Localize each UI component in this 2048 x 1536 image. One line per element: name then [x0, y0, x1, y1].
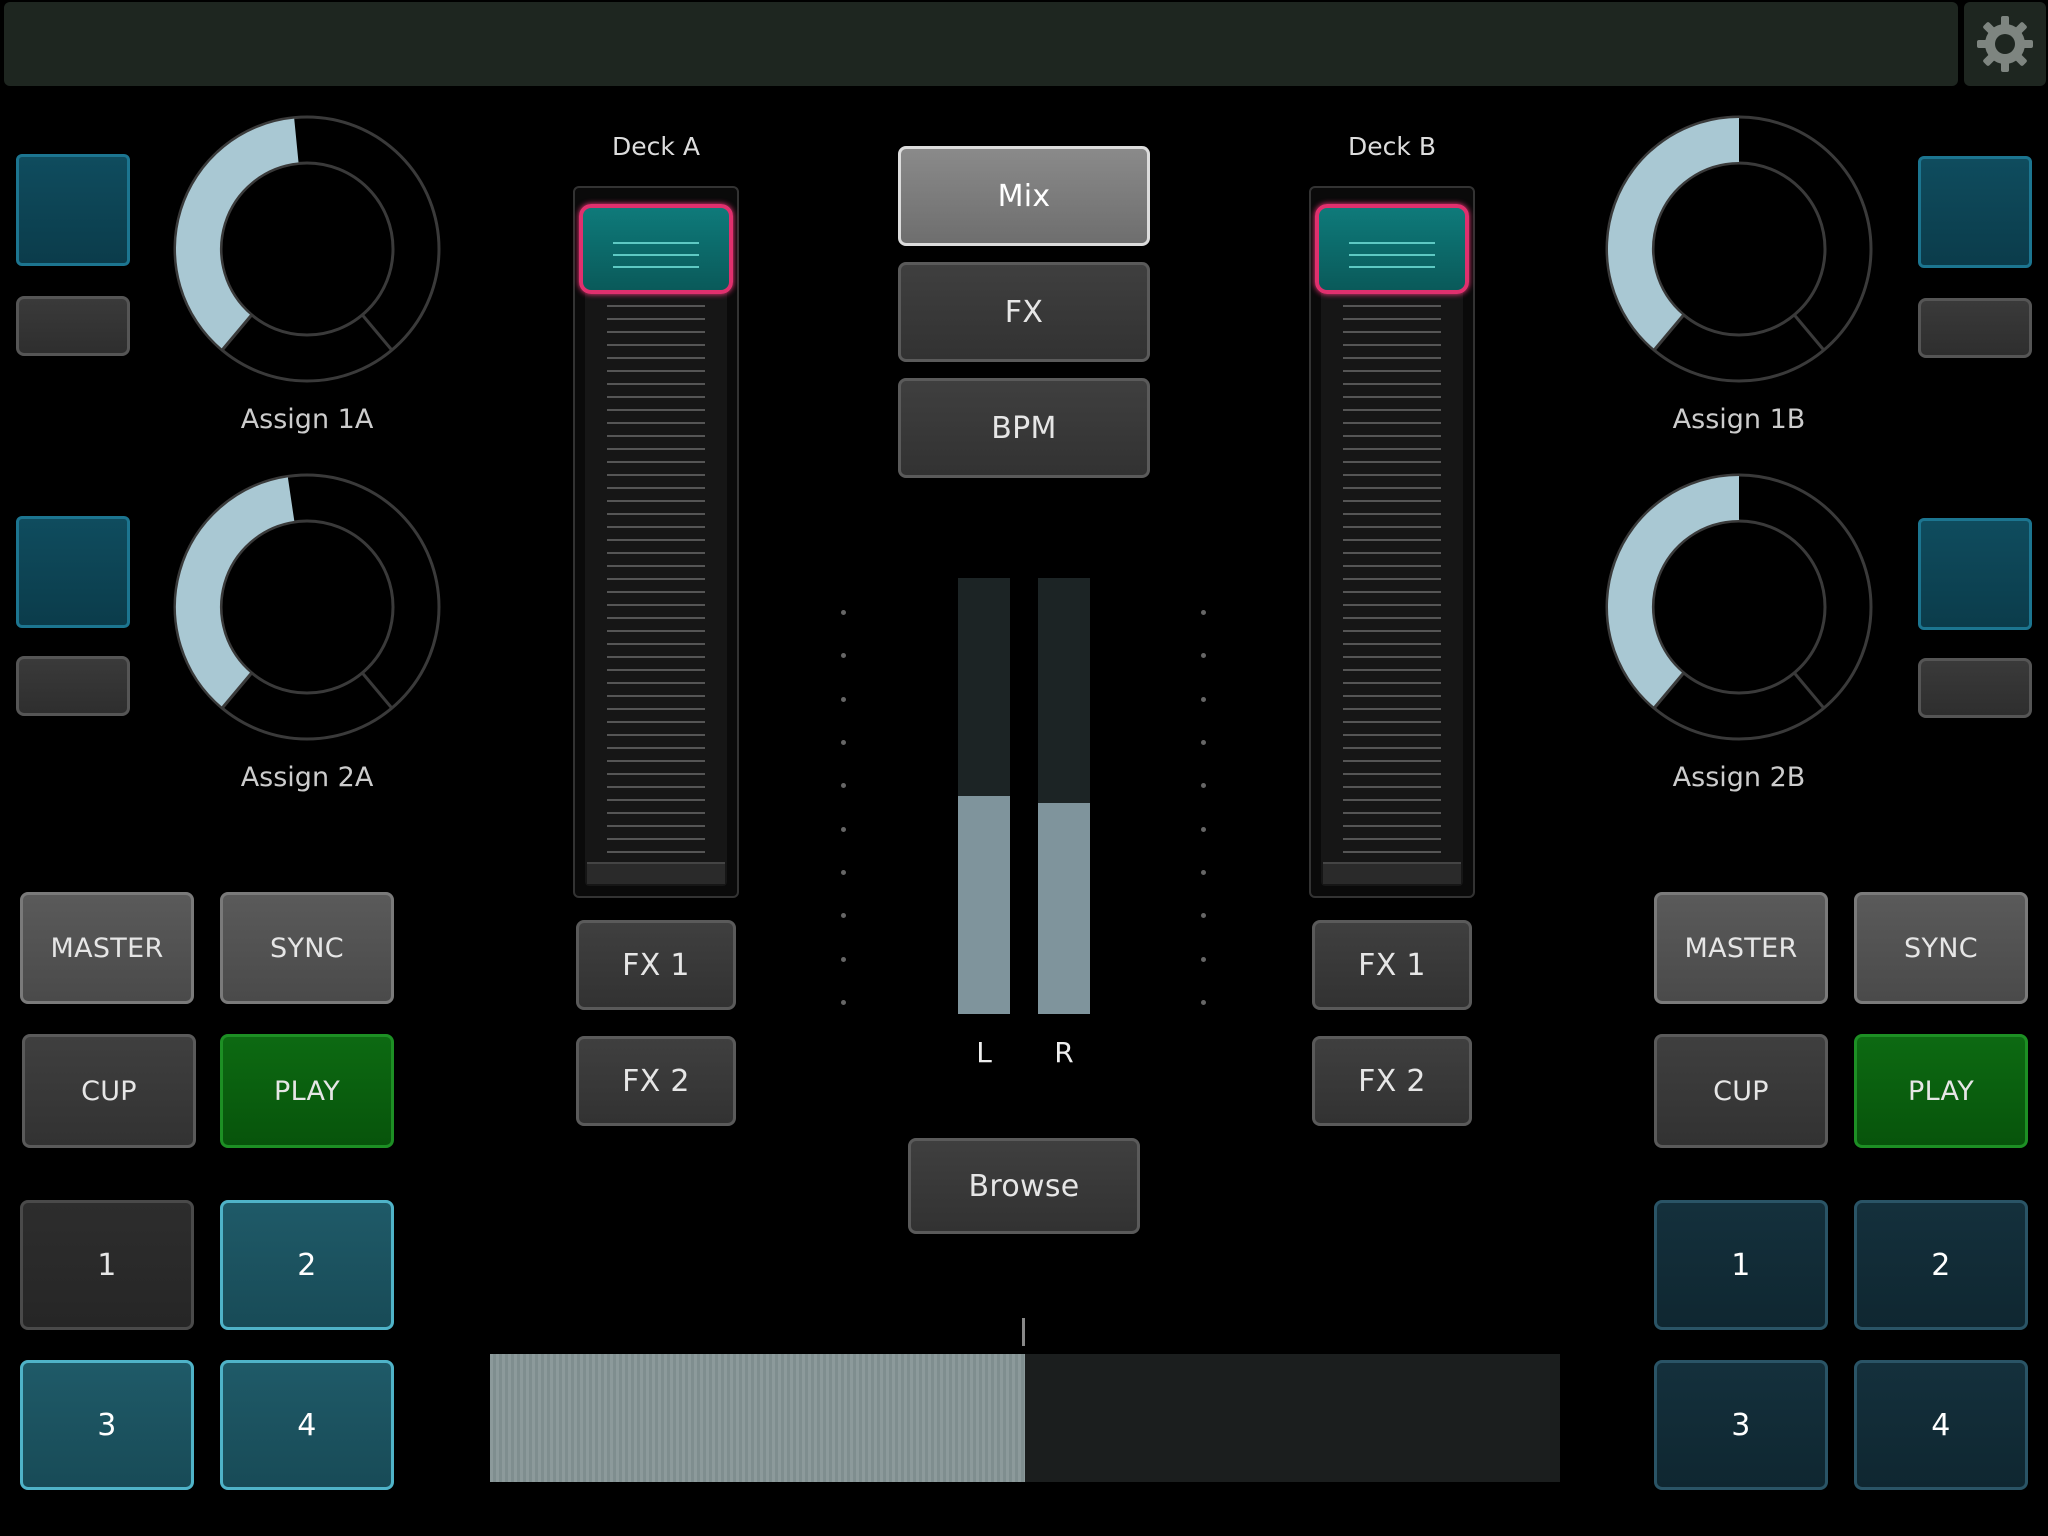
cue-pad-2-a[interactable]: 2 [220, 1200, 394, 1330]
sync-button-b[interactable]: SYNC [1854, 892, 2028, 1004]
fader-handle[interactable] [579, 204, 733, 294]
meter-scale-dot [841, 956, 846, 962]
assign-2a-label: Assign 2A [240, 762, 374, 793]
browse-button[interactable]: Browse [908, 1138, 1140, 1234]
assign-2b-button[interactable] [1918, 518, 2032, 630]
play-button-b[interactable]: PLAY [1854, 1034, 2028, 1148]
deck-b-fx1-button[interactable]: FX 1 [1312, 920, 1472, 1010]
meter-scale-dot [1201, 696, 1206, 702]
meter-scale-dot [841, 783, 846, 789]
level-meter-left [958, 578, 1010, 1014]
cue-pad-4-b[interactable]: 4 [1854, 1360, 2028, 1490]
fader-ticks [607, 292, 705, 856]
deck-a-label: Deck A [612, 132, 700, 161]
gear-icon [1977, 16, 2033, 72]
assign-1a-label: Assign 1A [240, 404, 374, 435]
settings-button[interactable] [1964, 2, 2046, 86]
meter-scale-dot [841, 610, 846, 615]
fx-mode-button[interactable]: FX [898, 262, 1150, 362]
assign-1a-button[interactable] [16, 154, 130, 266]
assign-1b-label: Assign 1B [1672, 404, 1806, 435]
knob-stop-tick [1793, 313, 1825, 352]
fader-ticks [1343, 292, 1441, 856]
assign-1b-knob[interactable] [1604, 114, 1874, 384]
assign-2a-button[interactable] [16, 516, 130, 628]
deck-a-volume-fader[interactable] [573, 186, 739, 898]
level-meter-right-fill [1038, 802, 1090, 1014]
assign-2b-knob[interactable] [1604, 472, 1874, 742]
meter-scale-dot [1201, 913, 1206, 919]
meter-scale-dot [841, 1000, 846, 1005]
crossfader[interactable] [490, 1354, 1560, 1482]
knob-stop-tick [361, 671, 393, 710]
sync-button-a[interactable]: SYNC [220, 892, 394, 1004]
assign-2b-label: Assign 2B [1672, 762, 1806, 793]
deck-b-volume-fader[interactable] [1309, 186, 1475, 898]
master-button-a[interactable]: MASTER [20, 892, 194, 1004]
meter-scale-right [1201, 610, 1207, 1010]
meter-scale-dot [841, 696, 846, 702]
meter-scale-dot [1201, 826, 1206, 832]
top-bar [4, 2, 1958, 86]
knob-value-arc [1608, 476, 1740, 708]
meter-scale-dot [1201, 653, 1206, 659]
cue-pad-3-a[interactable]: 3 [20, 1360, 194, 1490]
meter-label-left: L [976, 1036, 992, 1069]
fader-base [1323, 862, 1461, 884]
meter-scale-dot [841, 913, 846, 919]
play-button-a[interactable]: PLAY [220, 1034, 394, 1148]
cue-pad-3-b[interactable]: 3 [1654, 1360, 1828, 1490]
meter-scale-dot [1201, 610, 1206, 615]
assign-1a-knob[interactable] [172, 114, 442, 384]
meter-scale-dot [1201, 740, 1206, 745]
assign-2a-knob[interactable] [172, 472, 442, 742]
deck-a-fx1-button[interactable]: FX 1 [576, 920, 736, 1010]
fader-handle[interactable] [1315, 204, 1469, 294]
crossfader-center-mark [1022, 1318, 1025, 1346]
cue-button-a[interactable]: CUP [22, 1034, 196, 1148]
meter-scale-dot [841, 653, 846, 659]
cue-pad-2-b[interactable]: 2 [1854, 1200, 2028, 1330]
assign-1a-toggle[interactable] [16, 296, 130, 356]
meter-scale-dot [1201, 1000, 1206, 1005]
mix-mode-button[interactable]: Mix [898, 146, 1150, 246]
master-button-b[interactable]: MASTER [1654, 892, 1828, 1004]
fader-base [587, 862, 725, 884]
meter-scale-dot [841, 826, 846, 832]
level-meter-right [1038, 578, 1090, 1014]
meter-scale-left [841, 610, 847, 1010]
assign-2a-toggle[interactable] [16, 656, 130, 716]
meter-scale-dot [841, 870, 846, 875]
meter-scale-dot [1201, 870, 1206, 875]
knob-stop-tick [361, 313, 393, 352]
cue-pad-1-a[interactable]: 1 [20, 1200, 194, 1330]
deck-b-fx2-button[interactable]: FX 2 [1312, 1036, 1472, 1126]
meter-scale-dot [1201, 783, 1206, 789]
assign-1b-toggle[interactable] [1918, 298, 2032, 358]
assign-1b-button[interactable] [1918, 156, 2032, 268]
deck-a-fx2-button[interactable]: FX 2 [576, 1036, 736, 1126]
knob-value-arc [176, 118, 300, 350]
cue-pad-4-a[interactable]: 4 [220, 1360, 394, 1490]
deck-b-label: Deck B [1348, 132, 1436, 161]
knob-value-arc [1608, 118, 1740, 350]
knob-stop-tick [1793, 671, 1825, 710]
meter-scale-dot [841, 740, 846, 745]
bpm-mode-button[interactable]: BPM [898, 378, 1150, 478]
meter-scale-dot [1201, 956, 1206, 962]
cue-pad-1-b[interactable]: 1 [1654, 1200, 1828, 1330]
cue-button-b[interactable]: CUP [1654, 1034, 1828, 1148]
crossfader-fill [490, 1354, 1025, 1482]
assign-2b-toggle[interactable] [1918, 658, 2032, 718]
meter-label-right: R [1054, 1036, 1074, 1069]
level-meter-left-fill [958, 796, 1010, 1014]
